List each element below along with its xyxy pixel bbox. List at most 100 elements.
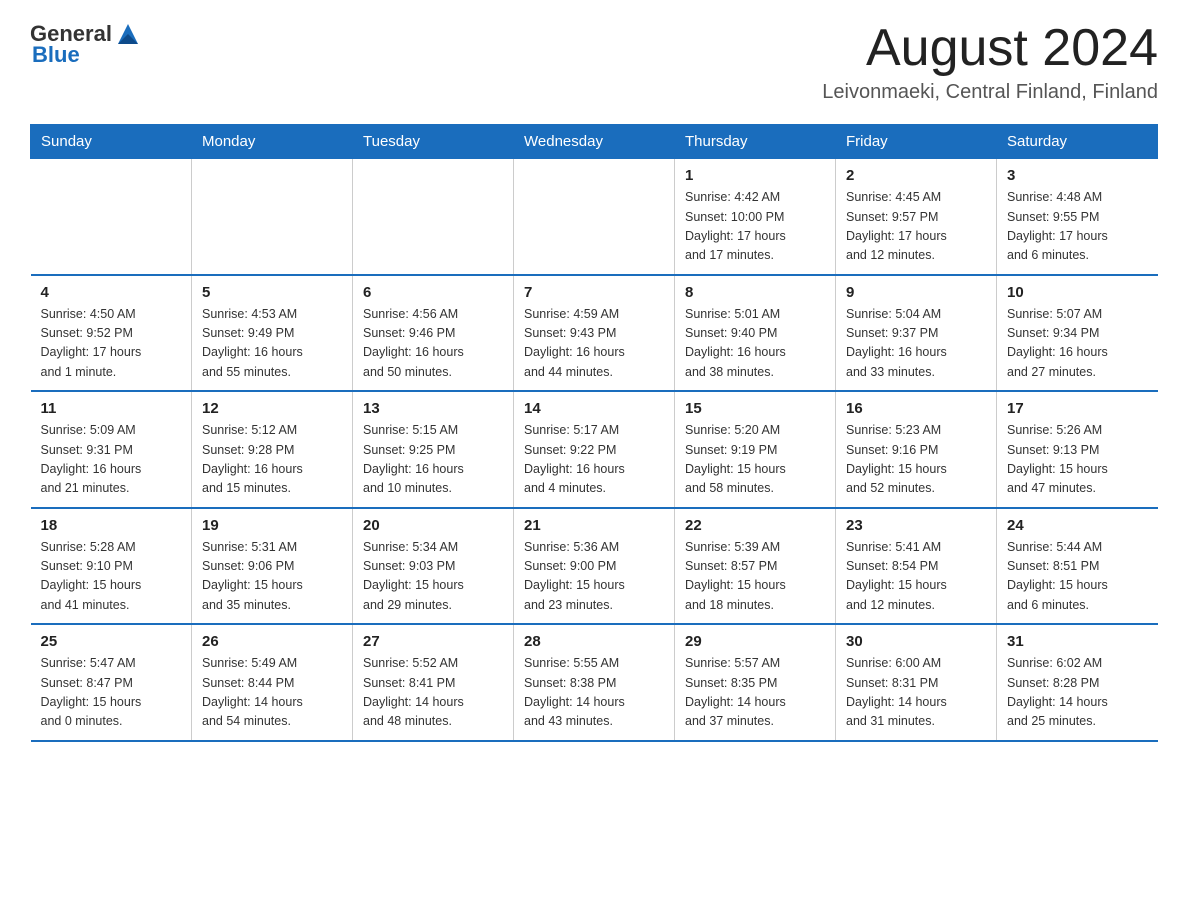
logo-blue-text: Blue [32,42,80,68]
col-tuesday: Tuesday [353,125,514,159]
day-info: Sunrise: 4:42 AM Sunset: 10:00 PM Daylig… [685,188,825,266]
table-row: 20Sunrise: 5:34 AM Sunset: 9:03 PM Dayli… [353,508,514,625]
table-row: 16 Sunrise: 5:23 AM Sunset: 9:16 PM Dayli… [836,391,997,508]
day-number: 6 [363,284,503,301]
day-info: Sunrise: 6:00 AM Sunset: 8:31 PM Dayligh… [846,654,986,732]
day-number: 29 [685,633,825,650]
col-thursday: Thursday [675,125,836,159]
table-row: 10 Sunrise: 5:07 AM Sunset: 9:34 PM Dayli… [997,275,1158,392]
day-info: Sunrise: 5:49 AM Sunset: 8:44 PM Dayligh… [202,654,342,732]
table-row: 17 Sunrise: 5:26 AM Sunset: 9:13 PM Dayli… [997,391,1158,508]
day-info: Sunrise: 6:02 AM Sunset: 8:28 PM Dayligh… [1007,654,1148,732]
day-number: 31 [1007,633,1148,650]
table-row: 28 Sunrise: 5:55 AM Sunset: 8:38 PM Dayli… [514,624,675,741]
table-row: 9 Sunrise: 5:04 AM Sunset: 9:37 PM Daylig… [836,275,997,392]
calendar-week-row: 18Sunrise: 5:28 AM Sunset: 9:10 PM Dayli… [31,508,1158,625]
day-number: 11 [41,400,182,417]
table-row: 5Sunrise: 4:53 AM Sunset: 9:49 PM Daylig… [192,275,353,392]
table-row: 31 Sunrise: 6:02 AM Sunset: 8:28 PM Dayli… [997,624,1158,741]
table-row: 4 Sunrise: 4:50 AM Sunset: 9:52 PM Daylig… [31,275,192,392]
calendar-week-row: 25 Sunrise: 5:47 AM Sunset: 8:47 PM Dayli… [31,624,1158,741]
table-row: 30Sunrise: 6:00 AM Sunset: 8:31 PM Dayli… [836,624,997,741]
table-row: 21Sunrise: 5:36 AM Sunset: 9:00 PM Dayli… [514,508,675,625]
table-row: 24Sunrise: 5:44 AM Sunset: 8:51 PM Dayli… [997,508,1158,625]
day-info: Sunrise: 4:45 AM Sunset: 9:57 PM Dayligh… [846,188,986,266]
table-row: 8 Sunrise: 5:01 AM Sunset: 9:40 PM Daylig… [675,275,836,392]
day-number: 4 [41,284,182,301]
day-number: 19 [202,517,342,534]
day-number: 10 [1007,284,1148,301]
table-row: 3 Sunrise: 4:48 AM Sunset: 9:55 PM Daylig… [997,159,1158,275]
calendar-header-row: Sunday Monday Tuesday Wednesday Thursday… [31,125,1158,159]
day-info: Sunrise: 5:15 AM Sunset: 9:25 PM Dayligh… [363,421,503,499]
calendar-week-row: 1Sunrise: 4:42 AM Sunset: 10:00 PM Dayli… [31,159,1158,275]
day-number: 26 [202,633,342,650]
day-number: 28 [524,633,664,650]
table-row [31,159,192,275]
day-info: Sunrise: 5:44 AM Sunset: 8:51 PM Dayligh… [1007,538,1148,616]
table-row: 23 Sunrise: 5:41 AM Sunset: 8:54 PM Dayli… [836,508,997,625]
logo-triangle-icon [114,20,142,48]
day-info: Sunrise: 5:20 AM Sunset: 9:19 PM Dayligh… [685,421,825,499]
day-number: 3 [1007,167,1148,184]
day-info: Sunrise: 5:47 AM Sunset: 8:47 PM Dayligh… [41,654,182,732]
table-row: 22 Sunrise: 5:39 AM Sunset: 8:57 PM Dayli… [675,508,836,625]
day-info: Sunrise: 5:39 AM Sunset: 8:57 PM Dayligh… [685,538,825,616]
table-row: 7 Sunrise: 4:59 AM Sunset: 9:43 PM Daylig… [514,275,675,392]
day-number: 18 [41,517,182,534]
col-friday: Friday [836,125,997,159]
table-row: 13 Sunrise: 5:15 AM Sunset: 9:25 PM Dayli… [353,391,514,508]
day-number: 8 [685,284,825,301]
day-number: 13 [363,400,503,417]
day-info: Sunrise: 5:09 AM Sunset: 9:31 PM Dayligh… [41,421,182,499]
day-number: 9 [846,284,986,301]
day-info: Sunrise: 5:07 AM Sunset: 9:34 PM Dayligh… [1007,305,1148,383]
day-info: Sunrise: 5:31 AM Sunset: 9:06 PM Dayligh… [202,538,342,616]
table-row: 29Sunrise: 5:57 AM Sunset: 8:35 PM Dayli… [675,624,836,741]
location-text: Leivonmaeki, Central Finland, Finland [822,81,1158,104]
day-info: Sunrise: 5:55 AM Sunset: 8:38 PM Dayligh… [524,654,664,732]
day-number: 25 [41,633,182,650]
table-row: 18Sunrise: 5:28 AM Sunset: 9:10 PM Dayli… [31,508,192,625]
day-info: Sunrise: 4:50 AM Sunset: 9:52 PM Dayligh… [41,305,182,383]
day-info: Sunrise: 5:26 AM Sunset: 9:13 PM Dayligh… [1007,421,1148,499]
table-row: 1Sunrise: 4:42 AM Sunset: 10:00 PM Dayli… [675,159,836,275]
table-row [514,159,675,275]
table-row: 2Sunrise: 4:45 AM Sunset: 9:57 PM Daylig… [836,159,997,275]
day-info: Sunrise: 4:48 AM Sunset: 9:55 PM Dayligh… [1007,188,1148,266]
title-section: August 2024 Leivonmaeki, Central Finland… [822,20,1158,104]
day-info: Sunrise: 5:12 AM Sunset: 9:28 PM Dayligh… [202,421,342,499]
table-row: 27Sunrise: 5:52 AM Sunset: 8:41 PM Dayli… [353,624,514,741]
month-title: August 2024 [822,20,1158,77]
day-info: Sunrise: 5:23 AM Sunset: 9:16 PM Dayligh… [846,421,986,499]
day-number: 7 [524,284,664,301]
logo: General Blue [30,20,142,68]
table-row: 26 Sunrise: 5:49 AM Sunset: 8:44 PM Dayli… [192,624,353,741]
day-number: 15 [685,400,825,417]
day-info: Sunrise: 4:53 AM Sunset: 9:49 PM Dayligh… [202,305,342,383]
day-info: Sunrise: 5:52 AM Sunset: 8:41 PM Dayligh… [363,654,503,732]
table-row: 6 Sunrise: 4:56 AM Sunset: 9:46 PM Daylig… [353,275,514,392]
table-row: 19 Sunrise: 5:31 AM Sunset: 9:06 PM Dayli… [192,508,353,625]
day-number: 12 [202,400,342,417]
calendar-week-row: 4 Sunrise: 4:50 AM Sunset: 9:52 PM Daylig… [31,275,1158,392]
day-number: 23 [846,517,986,534]
col-sunday: Sunday [31,125,192,159]
day-info: Sunrise: 5:01 AM Sunset: 9:40 PM Dayligh… [685,305,825,383]
day-info: Sunrise: 4:59 AM Sunset: 9:43 PM Dayligh… [524,305,664,383]
day-number: 17 [1007,400,1148,417]
day-info: Sunrise: 4:56 AM Sunset: 9:46 PM Dayligh… [363,305,503,383]
day-info: Sunrise: 5:41 AM Sunset: 8:54 PM Dayligh… [846,538,986,616]
day-number: 16 [846,400,986,417]
calendar-table: Sunday Monday Tuesday Wednesday Thursday… [30,124,1158,742]
table-row: 15 Sunrise: 5:20 AM Sunset: 9:19 PM Dayli… [675,391,836,508]
table-row: 14Sunrise: 5:17 AM Sunset: 9:22 PM Dayli… [514,391,675,508]
page-header: General Blue August 2024 Leivonmaeki, Ce… [30,20,1158,104]
table-row [192,159,353,275]
day-info: Sunrise: 5:36 AM Sunset: 9:00 PM Dayligh… [524,538,664,616]
col-monday: Monday [192,125,353,159]
day-info: Sunrise: 5:04 AM Sunset: 9:37 PM Dayligh… [846,305,986,383]
day-info: Sunrise: 5:34 AM Sunset: 9:03 PM Dayligh… [363,538,503,616]
day-number: 22 [685,517,825,534]
col-saturday: Saturday [997,125,1158,159]
